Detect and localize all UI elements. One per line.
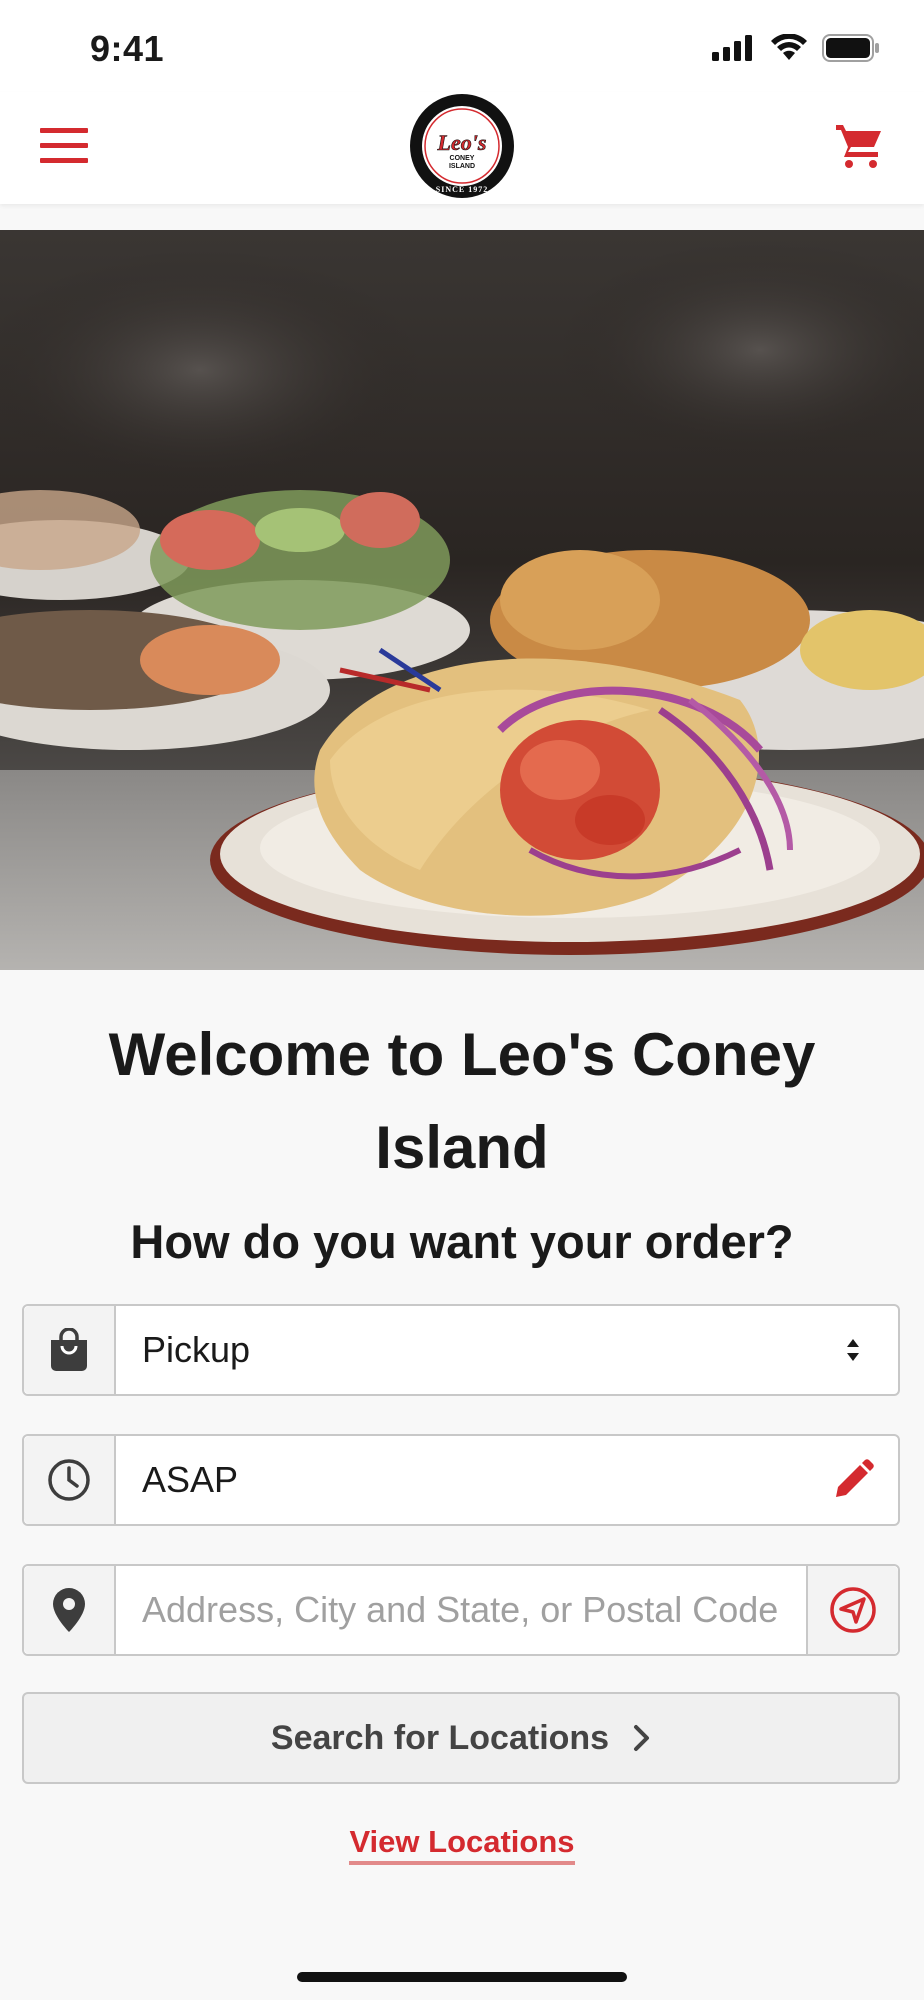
edit-time-button[interactable] (808, 1436, 898, 1524)
order-time-value: ASAP (142, 1459, 239, 1500)
order-mode-select[interactable]: Pickup (22, 1304, 900, 1396)
welcome-title-line2: Island (375, 1114, 549, 1181)
use-my-location-button[interactable] (806, 1566, 898, 1654)
cart-icon (836, 125, 881, 168)
order-mode-value: Pickup (142, 1329, 251, 1370)
brand-logo[interactable]: Leo's CONEY ISLAND SINCE 1972 (408, 92, 516, 200)
address-search-input[interactable] (116, 1566, 806, 1654)
order-mode-arrows (808, 1306, 898, 1394)
pencil-icon (836, 1459, 874, 1497)
location-pin-icon (53, 1588, 85, 1632)
home-indicator[interactable] (297, 1972, 627, 1982)
logo-line1-text: CONEY (450, 155, 475, 162)
hamburger-menu-button[interactable] (36, 118, 92, 174)
welcome-title: Welcome to Leo's Coney Island (60, 1008, 864, 1194)
order-mode-icon-box (24, 1306, 116, 1394)
hamburger-menu-icon (40, 128, 88, 163)
locate-me-icon (830, 1587, 876, 1633)
clock-icon (48, 1459, 90, 1501)
status-icons (712, 34, 880, 62)
app-header: Leo's CONEY ISLAND SINCE 1972 (0, 92, 924, 204)
order-question: How do you want your order? (130, 1215, 794, 1268)
wifi-icon (771, 34, 807, 60)
order-time-field[interactable]: ASAP (22, 1434, 900, 1526)
shopping-bag-icon (51, 1328, 87, 1371)
status-time: 9:41 (90, 28, 165, 69)
order-time-icon-box (24, 1436, 116, 1524)
select-arrows-icon (847, 1339, 859, 1361)
welcome-title-line1: Welcome to Leo's Coney (108, 1021, 816, 1088)
search-locations-label: Search for Locations (270, 1718, 610, 1757)
hero-food-image (0, 230, 924, 970)
battery-icon (822, 34, 879, 62)
chevron-right-icon (634, 1725, 650, 1751)
signal-icon (712, 35, 752, 61)
logo-since-text: SINCE 1972 (436, 185, 488, 194)
cart-button[interactable] (832, 118, 888, 174)
view-locations-link[interactable]: View Locations (349, 1824, 575, 1865)
view-locations-container: View Locations (0, 1824, 924, 1865)
logo-line2-text: ISLAND (449, 163, 475, 170)
logo-brand-text: Leo's (437, 130, 487, 155)
search-locations-button[interactable]: Search for Locations (22, 1692, 900, 1784)
address-icon-box (24, 1566, 116, 1654)
address-field (22, 1564, 900, 1656)
status-bar: 9:41 (0, 0, 924, 92)
